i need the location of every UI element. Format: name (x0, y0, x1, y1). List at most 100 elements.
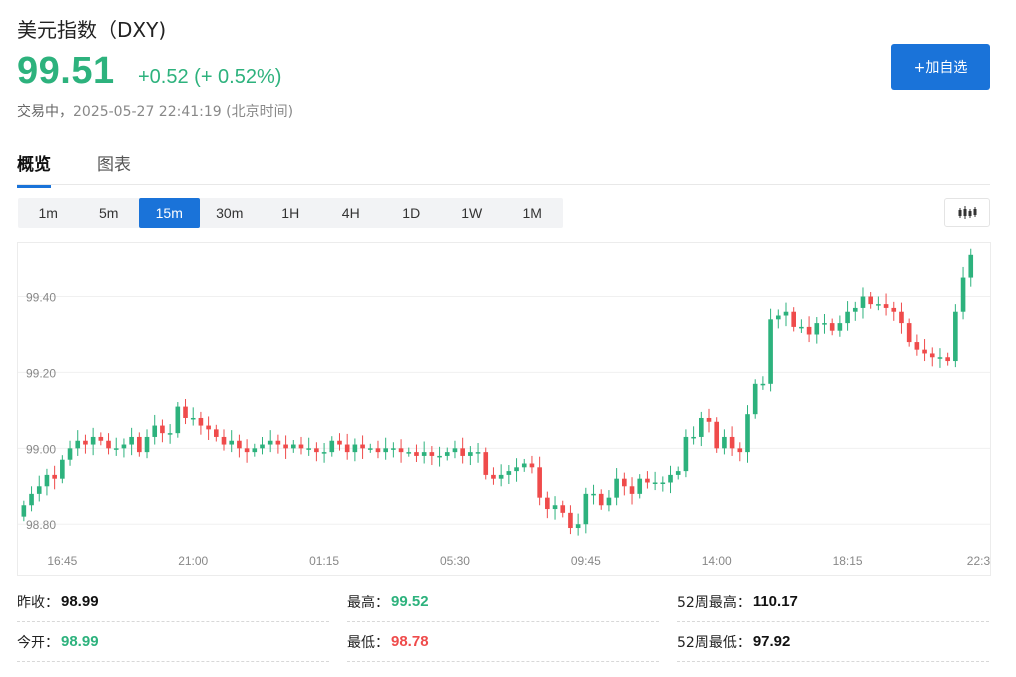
stat-52w-high: 52周最高： 110.17 (677, 582, 989, 622)
candle-body (583, 493, 589, 525)
candle-body (75, 440, 81, 449)
candle-body (444, 452, 450, 456)
period-15m[interactable]: 15m (139, 198, 200, 228)
candle-body (614, 478, 619, 498)
candlestick-icon (958, 205, 977, 219)
candle-body (498, 474, 504, 479)
candlestick-chart[interactable]: 99.40 99.20 99.00 98.80 16:45 21:00 01:15 05:30… (18, 243, 991, 576)
x-tick-label: 14:00 (702, 554, 732, 568)
candle-body (752, 383, 758, 415)
candle-body (383, 448, 388, 453)
stat-label: 最低： (347, 634, 389, 651)
candle-body (321, 452, 327, 454)
candle-body (344, 444, 350, 453)
candle-body (252, 448, 258, 453)
trading-status: 交易中，2025-05-27 22:41:19 (北京时间) (17, 101, 293, 121)
add-watchlist-button[interactable]: +加自选 (891, 44, 990, 90)
timestamp: 2025-05-27 22:41:19 (北京时间) (73, 104, 294, 120)
candle-body (214, 429, 219, 437)
candle-body (306, 448, 311, 450)
stat-label: 52周最高： (677, 594, 751, 611)
candle-body (406, 452, 412, 454)
candle-body (337, 440, 342, 445)
candle-body (360, 444, 365, 449)
candle-body (137, 436, 142, 453)
candle-body (113, 448, 119, 450)
candle-body (775, 315, 781, 320)
candle-body (860, 296, 866, 308)
candle-body (229, 440, 235, 445)
candle-body (945, 357, 950, 362)
candle-body (283, 444, 288, 449)
candle-body (660, 482, 666, 484)
x-tick-label: 18:15 (833, 554, 863, 568)
candle-body (568, 512, 573, 529)
stat-label: 52周最低： (677, 634, 751, 651)
candle-body (391, 448, 396, 450)
candle-body (929, 353, 935, 358)
stat-open: 今开： 98.99 (17, 622, 329, 662)
candle-body (652, 482, 658, 484)
candle-body (714, 421, 720, 449)
x-tick-label: 01:15 (309, 554, 339, 568)
candle-body (152, 425, 158, 437)
candle-body (745, 414, 750, 453)
period-5m[interactable]: 5m (79, 198, 140, 228)
candle-body (206, 425, 211, 430)
period-4h[interactable]: 4H (321, 198, 382, 228)
period-1mo[interactable]: 1M (502, 198, 563, 228)
candle-body (760, 383, 766, 386)
candle-body (460, 448, 465, 456)
candle-body (475, 452, 481, 454)
candle-body (768, 319, 773, 384)
candle-body (29, 493, 34, 506)
candle-body (737, 448, 743, 453)
period-30m[interactable]: 30m (200, 198, 261, 228)
candle-body (452, 448, 458, 453)
price-change: +0.52 (+ 0.52%) (138, 66, 282, 88)
candle-body (645, 478, 650, 483)
candle-body (506, 471, 512, 475)
candle-body (375, 448, 381, 453)
stat-prev-close: 昨收： 98.99 (17, 582, 329, 622)
tab-chart[interactable]: 图表 (97, 150, 131, 185)
stat-value: 97.92 (752, 633, 791, 650)
candle-body (83, 440, 88, 445)
candle-body (953, 311, 958, 362)
candle-body (190, 417, 196, 420)
candle-body (899, 311, 904, 324)
candle-body (837, 323, 843, 331)
candle-body (367, 448, 373, 450)
tab-overview[interactable]: 概览 (17, 150, 51, 188)
candle-body (822, 323, 827, 325)
candle-body (876, 304, 881, 306)
candle-body (622, 478, 627, 487)
candle-body (429, 452, 435, 456)
chart-type-button[interactable] (944, 198, 990, 227)
candle-body (529, 463, 535, 468)
period-1m[interactable]: 1m (18, 198, 79, 228)
stat-value: 98.99 (61, 593, 99, 610)
candle-body (722, 436, 727, 449)
period-1h[interactable]: 1H (260, 198, 321, 228)
candle-body (968, 254, 974, 278)
candle-body (221, 436, 227, 445)
candle-body (575, 524, 581, 529)
candle-body (906, 323, 912, 343)
candle-body (60, 459, 65, 479)
y-tick-label: 99.40 (26, 291, 56, 305)
candle-body (44, 474, 50, 487)
candle-body (414, 452, 419, 456)
period-1w[interactable]: 1W (442, 198, 503, 228)
candle-body (21, 505, 27, 517)
candle-body (937, 357, 943, 359)
candle-body (352, 444, 358, 453)
candle-body (144, 436, 150, 453)
price-chart[interactable]: 99.40 99.20 99.00 98.80 16:45 21:00 01:15 05:30… (17, 242, 991, 576)
period-1d[interactable]: 1D (381, 198, 442, 228)
candle-body (160, 425, 165, 434)
stat-value: 98.78 (391, 633, 429, 650)
current-price: 99.51 (17, 50, 115, 92)
candle-body (198, 417, 204, 426)
y-tick-label: 98.80 (26, 518, 56, 532)
